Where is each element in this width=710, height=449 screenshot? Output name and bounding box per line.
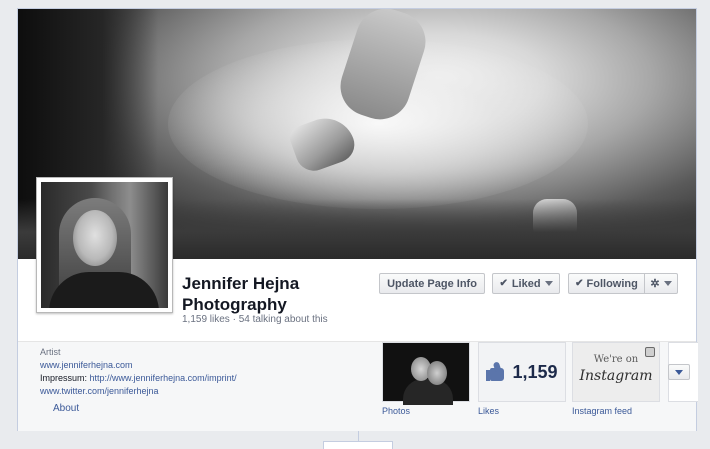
chevron-down-icon <box>675 369 683 375</box>
instagram-line-two: Instagram <box>579 368 653 384</box>
twitter-link[interactable]: www.twitter.com/jenniferhejna <box>40 386 159 396</box>
page-title[interactable]: Jennifer Hejna Photography <box>182 273 362 315</box>
page-category: Artist <box>40 347 61 357</box>
likes-tile[interactable]: 1,159 <box>478 342 566 402</box>
twitter-line: www.twitter.com/jenniferhejna <box>40 385 370 398</box>
impressum-label: Impressum: <box>40 373 88 383</box>
impressum-line: Impressum: http://www.jenniferhejna.com/… <box>40 372 370 385</box>
instagram-tile[interactable]: We're on Instagram <box>572 342 660 402</box>
page-container: Jennifer Hejna Photography 1,159 likes ·… <box>17 8 698 431</box>
profile-face <box>73 210 117 266</box>
likes-tile-label[interactable]: Likes <box>478 406 499 416</box>
following-label: Following <box>586 277 638 290</box>
about-link[interactable]: About <box>53 403 79 414</box>
timeline-stub <box>323 441 393 449</box>
profile-photo <box>41 182 168 308</box>
photos-tile-label[interactable]: Photos <box>382 406 410 416</box>
gear-icon: ✲ <box>650 278 660 290</box>
likes-count: 1,159 <box>512 361 558 382</box>
chevron-down-icon <box>663 281 672 286</box>
photos-thumbnail <box>393 351 461 405</box>
liked-label: Liked <box>511 277 541 290</box>
more-apps-button[interactable] <box>668 364 690 380</box>
impressum-link[interactable]: http://www.jenniferhejna.com/imprint/ <box>90 373 237 383</box>
website-link[interactable]: www.jenniferhejna.com <box>40 360 133 370</box>
page-stats: 1,159 likes · 54 talking about this <box>182 314 328 325</box>
liked-button[interactable]: ✔ Liked <box>492 273 560 294</box>
check-icon: ✔ <box>575 278 584 289</box>
photo-bodies <box>403 379 453 405</box>
following-button[interactable]: ✔ Following <box>568 273 645 294</box>
profile-picture[interactable] <box>36 177 173 313</box>
website-line: www.jenniferhejna.com <box>40 359 370 372</box>
update-page-info-button[interactable]: Update Page Info <box>379 273 485 294</box>
photos-tile[interactable] <box>382 342 470 405</box>
instagram-line-one: We're on <box>593 354 639 365</box>
chevron-down-icon <box>544 281 553 286</box>
photo-person-two <box>427 361 447 385</box>
about-section: Artist www.jenniferhejna.com Impressum: … <box>40 346 370 398</box>
thumbs-up-icon <box>486 361 508 382</box>
instagram-tile-label[interactable]: Instagram feed <box>572 406 632 416</box>
page-settings-button[interactable]: ✲ <box>645 273 678 294</box>
check-icon: ✔ <box>499 278 508 289</box>
